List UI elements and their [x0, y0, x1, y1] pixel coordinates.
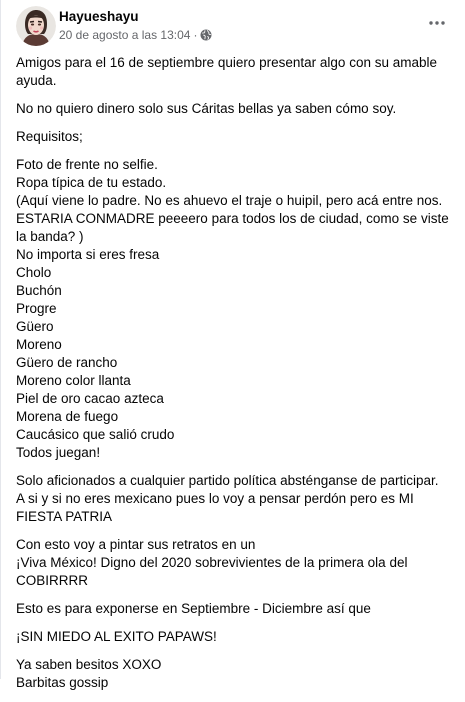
list-item: Piel de oro cacao azteca — [16, 391, 164, 406]
more-horizontal-icon — [429, 21, 445, 25]
post-paragraph: Esto es para exponerse en Septiembre - D… — [16, 601, 371, 616]
post-meta: 20 de agosto a las 13:04 · — [59, 28, 212, 42]
post-timestamp[interactable]: 20 de agosto a las 13:04 — [59, 28, 190, 42]
post-header: Hayueshayu 20 de agosto a las 13:04 · — [16, 6, 456, 46]
list-item: Moreno — [16, 337, 62, 352]
post-paragraph: Ya saben besitos XOXO Barbitas gossip — [16, 656, 461, 692]
list-item: Morena de fuego — [16, 409, 119, 424]
post-paragraph: Con esto voy a pintar sus retratos en un… — [16, 536, 461, 590]
list-item: Buchón — [16, 283, 62, 298]
list-item: Caucásico que salió crudo — [16, 427, 175, 442]
list-item: Todos juegan! — [16, 445, 101, 460]
more-options-button[interactable] — [422, 10, 452, 36]
post-paragraph: Amigos para el 16 de septiembre quiero p… — [16, 55, 437, 88]
list-item: Güero — [16, 319, 54, 334]
list-item: Ropa típica de tu estado. — [16, 175, 167, 190]
post-line: ¡Viva México! Digno del 2020 sobrevivien… — [16, 555, 408, 588]
post-line: Barbitas gossip — [16, 675, 109, 690]
meta-separator: · — [193, 28, 198, 42]
avatar-portrait-image — [16, 6, 56, 46]
requirements-list: Foto de frente no selfie. Ropa típica de… — [16, 156, 461, 462]
avatar[interactable] — [16, 6, 56, 46]
list-item: Cholo — [16, 265, 52, 280]
list-item: No importa si eres fresa — [16, 247, 160, 262]
list-item: Güero de rancho — [16, 355, 118, 370]
author-name[interactable]: Hayueshayu — [59, 9, 139, 24]
list-item: Progre — [16, 301, 57, 316]
list-item: Moreno color llanta — [16, 373, 131, 388]
post-line: Con esto voy a pintar sus retratos en un — [16, 537, 256, 552]
post-paragraph: Solo aficionados a cualquier partido pol… — [16, 472, 461, 526]
list-item: Foto de frente no selfie. — [16, 157, 158, 172]
post-line: Solo aficionados a cualquier partido pol… — [16, 473, 439, 488]
globe-icon[interactable] — [200, 29, 212, 41]
facebook-post: Hayueshayu 20 de agosto a las 13:04 · Am… — [0, 0, 465, 690]
post-line: A si y si no eres mexicano pues lo voy a… — [16, 491, 414, 524]
post-paragraph: ¡SIN MIEDO AL EXITO PAPAWS! — [16, 629, 217, 644]
post-paragraph: No no quiero dinero solo sus Cáritas bel… — [16, 101, 397, 116]
list-item: (Aquí viene lo padre. No es ahuevo el tr… — [16, 193, 449, 244]
post-body: Amigos para el 16 de septiembre quiero p… — [16, 54, 461, 702]
post-line: Ya saben besitos XOXO — [16, 657, 162, 672]
post-paragraph: Requisitos; — [16, 129, 83, 144]
